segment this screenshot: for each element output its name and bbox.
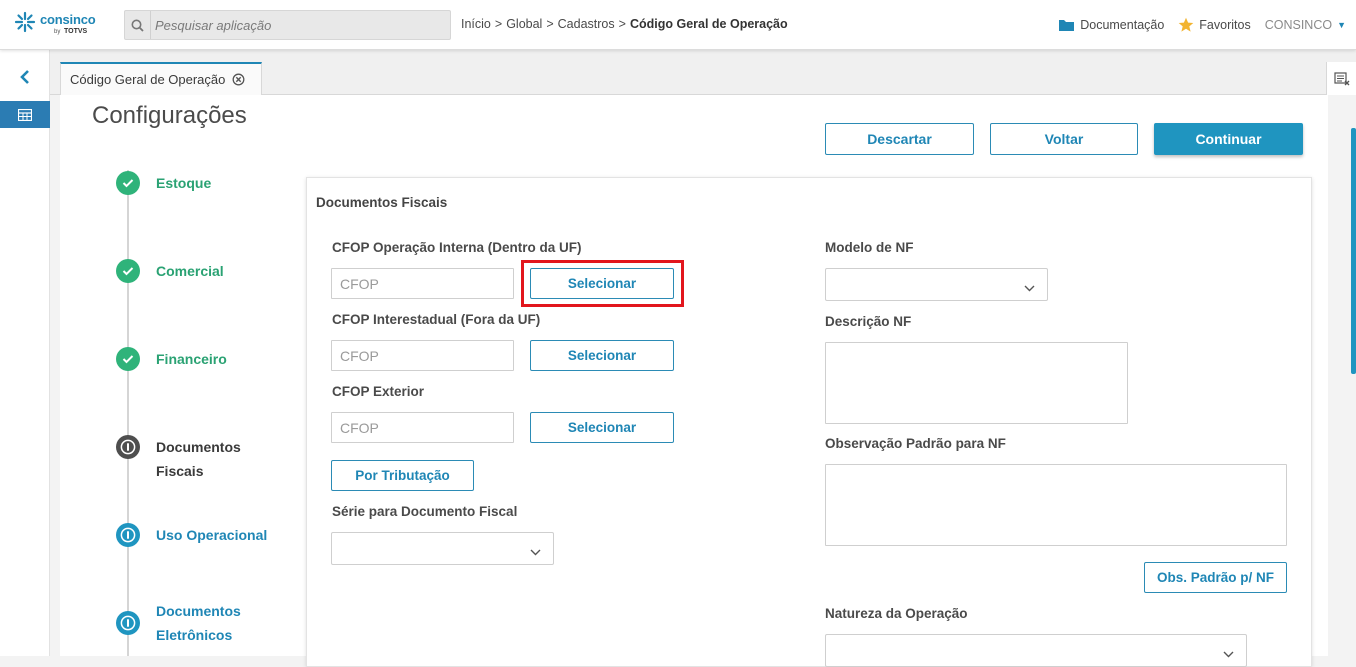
nf-description-textarea[interactable] bbox=[825, 342, 1128, 424]
info-icon bbox=[116, 611, 140, 635]
step-documentos-eletronicos[interactable]: Documentos Eletrônicos bbox=[116, 599, 266, 647]
breadcrumb-item-cadastros[interactable]: Cadastros bbox=[558, 17, 615, 31]
check-icon bbox=[116, 347, 140, 371]
stepper-line bbox=[127, 170, 129, 656]
check-icon bbox=[116, 259, 140, 283]
cfop-interstate-input[interactable] bbox=[331, 340, 514, 371]
user-menu[interactable]: CONSINCO ▼ bbox=[1265, 18, 1346, 32]
nf-description-label: Descrição NF bbox=[825, 314, 912, 329]
cfop-internal-label: CFOP Operação Interna (Dentro da UF) bbox=[332, 240, 582, 255]
top-bar: consinco by TOTVS Início>Global>Cadastro… bbox=[0, 0, 1356, 50]
left-rail bbox=[0, 50, 50, 656]
top-links: Documentação Favoritos CONSINCO ▼ bbox=[1058, 0, 1356, 50]
step-label: Uso Operacional bbox=[156, 527, 268, 543]
info-icon bbox=[116, 523, 140, 547]
nf-observation-label: Observação Padrão para NF bbox=[825, 436, 1006, 451]
grid-icon[interactable] bbox=[0, 101, 50, 128]
nature-label: Natureza da Operação bbox=[825, 606, 968, 621]
continue-button[interactable]: Continuar bbox=[1154, 123, 1303, 155]
nature-select[interactable] bbox=[825, 634, 1247, 667]
nf-model-label: Modelo de NF bbox=[825, 240, 914, 255]
step-label: Financeiro bbox=[156, 351, 227, 367]
back-button[interactable]: Voltar bbox=[990, 123, 1138, 155]
series-label: Série para Documento Fiscal bbox=[332, 504, 518, 519]
breadcrumb-separator: > bbox=[618, 17, 626, 31]
step-estoque[interactable]: Estoque bbox=[116, 171, 266, 195]
card-title: Documentos Fiscais bbox=[316, 195, 448, 210]
by-taxation-button[interactable]: Por Tributação bbox=[331, 460, 474, 491]
page-title: Configurações bbox=[92, 102, 247, 129]
user-name: CONSINCO bbox=[1264, 18, 1333, 32]
step-documentos-fiscais[interactable]: Documentos Fiscais bbox=[116, 435, 266, 483]
search-icon[interactable] bbox=[125, 11, 151, 39]
tab-codigo-geral[interactable]: Código Geral de Operação bbox=[60, 62, 262, 95]
list-close-icon[interactable] bbox=[1326, 62, 1356, 95]
cfop-exterior-select-button[interactable]: Selecionar bbox=[530, 412, 674, 443]
scrollbar[interactable] bbox=[1351, 128, 1356, 374]
breadcrumb: Início > Global > Cadastros > Código Geral de … bbox=[461, 17, 788, 31]
tab-bar: Código Geral de Operação bbox=[50, 50, 1356, 95]
logo-totvs-text: TOTVS bbox=[64, 28, 88, 35]
consinco-logo[interactable]: consinco by TOTVS bbox=[14, 9, 114, 41]
favorites-link[interactable]: Favoritos bbox=[1178, 17, 1251, 33]
docs-link[interactable]: Documentação bbox=[1058, 18, 1164, 32]
consinco-logo-icon bbox=[14, 11, 36, 33]
search-input[interactable] bbox=[155, 15, 445, 35]
step-financeiro[interactable]: Financeiro bbox=[116, 347, 266, 371]
app-search[interactable] bbox=[124, 10, 451, 40]
cfop-internal-input[interactable] bbox=[331, 268, 514, 299]
breadcrumb-item-global[interactable]: Global bbox=[506, 17, 542, 31]
step-label: Estoque bbox=[156, 175, 212, 191]
check-icon bbox=[116, 171, 140, 195]
info-icon bbox=[116, 435, 140, 459]
chevron-down-icon bbox=[530, 543, 541, 561]
cfop-exterior-label: CFOP Exterior bbox=[332, 384, 425, 399]
series-select[interactable] bbox=[331, 532, 554, 565]
cfop-exterior-input[interactable] bbox=[331, 412, 514, 443]
star-icon bbox=[1178, 17, 1194, 33]
obs-default-button[interactable]: Obs. Padrão p/ NF bbox=[1144, 562, 1287, 593]
chevron-left-icon[interactable] bbox=[14, 66, 36, 88]
step-uso-operacional[interactable]: Uso Operacional bbox=[116, 523, 296, 547]
step-comercial[interactable]: Comercial bbox=[116, 259, 266, 283]
tab-label: Código Geral de Operação bbox=[70, 72, 226, 87]
highlight-box bbox=[521, 260, 684, 307]
breadcrumb-separator: > bbox=[494, 17, 503, 31]
close-icon[interactable] bbox=[232, 73, 245, 86]
docs-link-label: Documentação bbox=[1080, 18, 1165, 32]
cfop-interstate-select-button[interactable]: Selecionar bbox=[530, 340, 674, 371]
folder-icon bbox=[1058, 18, 1075, 32]
step-label: Documentos Fiscais bbox=[156, 439, 241, 479]
caret-down-icon: ▼ bbox=[1337, 20, 1346, 30]
logo-brand-text: consinco bbox=[40, 12, 96, 27]
chevron-down-icon bbox=[1223, 645, 1234, 663]
step-label: Documentos Eletrônicos bbox=[156, 603, 241, 643]
breadcrumb-item-current: Código Geral de Operação bbox=[629, 17, 788, 31]
discard-button[interactable]: Descartar bbox=[825, 123, 974, 155]
documentos-fiscais-card: Documentos Fiscais CFOP Operação Interna… bbox=[306, 177, 1312, 667]
step-label: Comercial bbox=[156, 263, 224, 279]
nf-observation-textarea[interactable] bbox=[825, 464, 1287, 546]
breadcrumb-separator: > bbox=[546, 17, 554, 31]
nf-model-select[interactable] bbox=[825, 268, 1048, 301]
cfop-interstate-label: CFOP Interestadual (Fora da UF) bbox=[332, 312, 541, 327]
logo-by-text: by bbox=[54, 29, 61, 35]
main-content: Configurações Descartar Voltar Continuar… bbox=[60, 95, 1328, 667]
breadcrumb-item-home[interactable]: Início bbox=[461, 17, 491, 31]
chevron-down-icon bbox=[1024, 279, 1035, 297]
favorites-link-label: Favoritos bbox=[1199, 18, 1251, 32]
